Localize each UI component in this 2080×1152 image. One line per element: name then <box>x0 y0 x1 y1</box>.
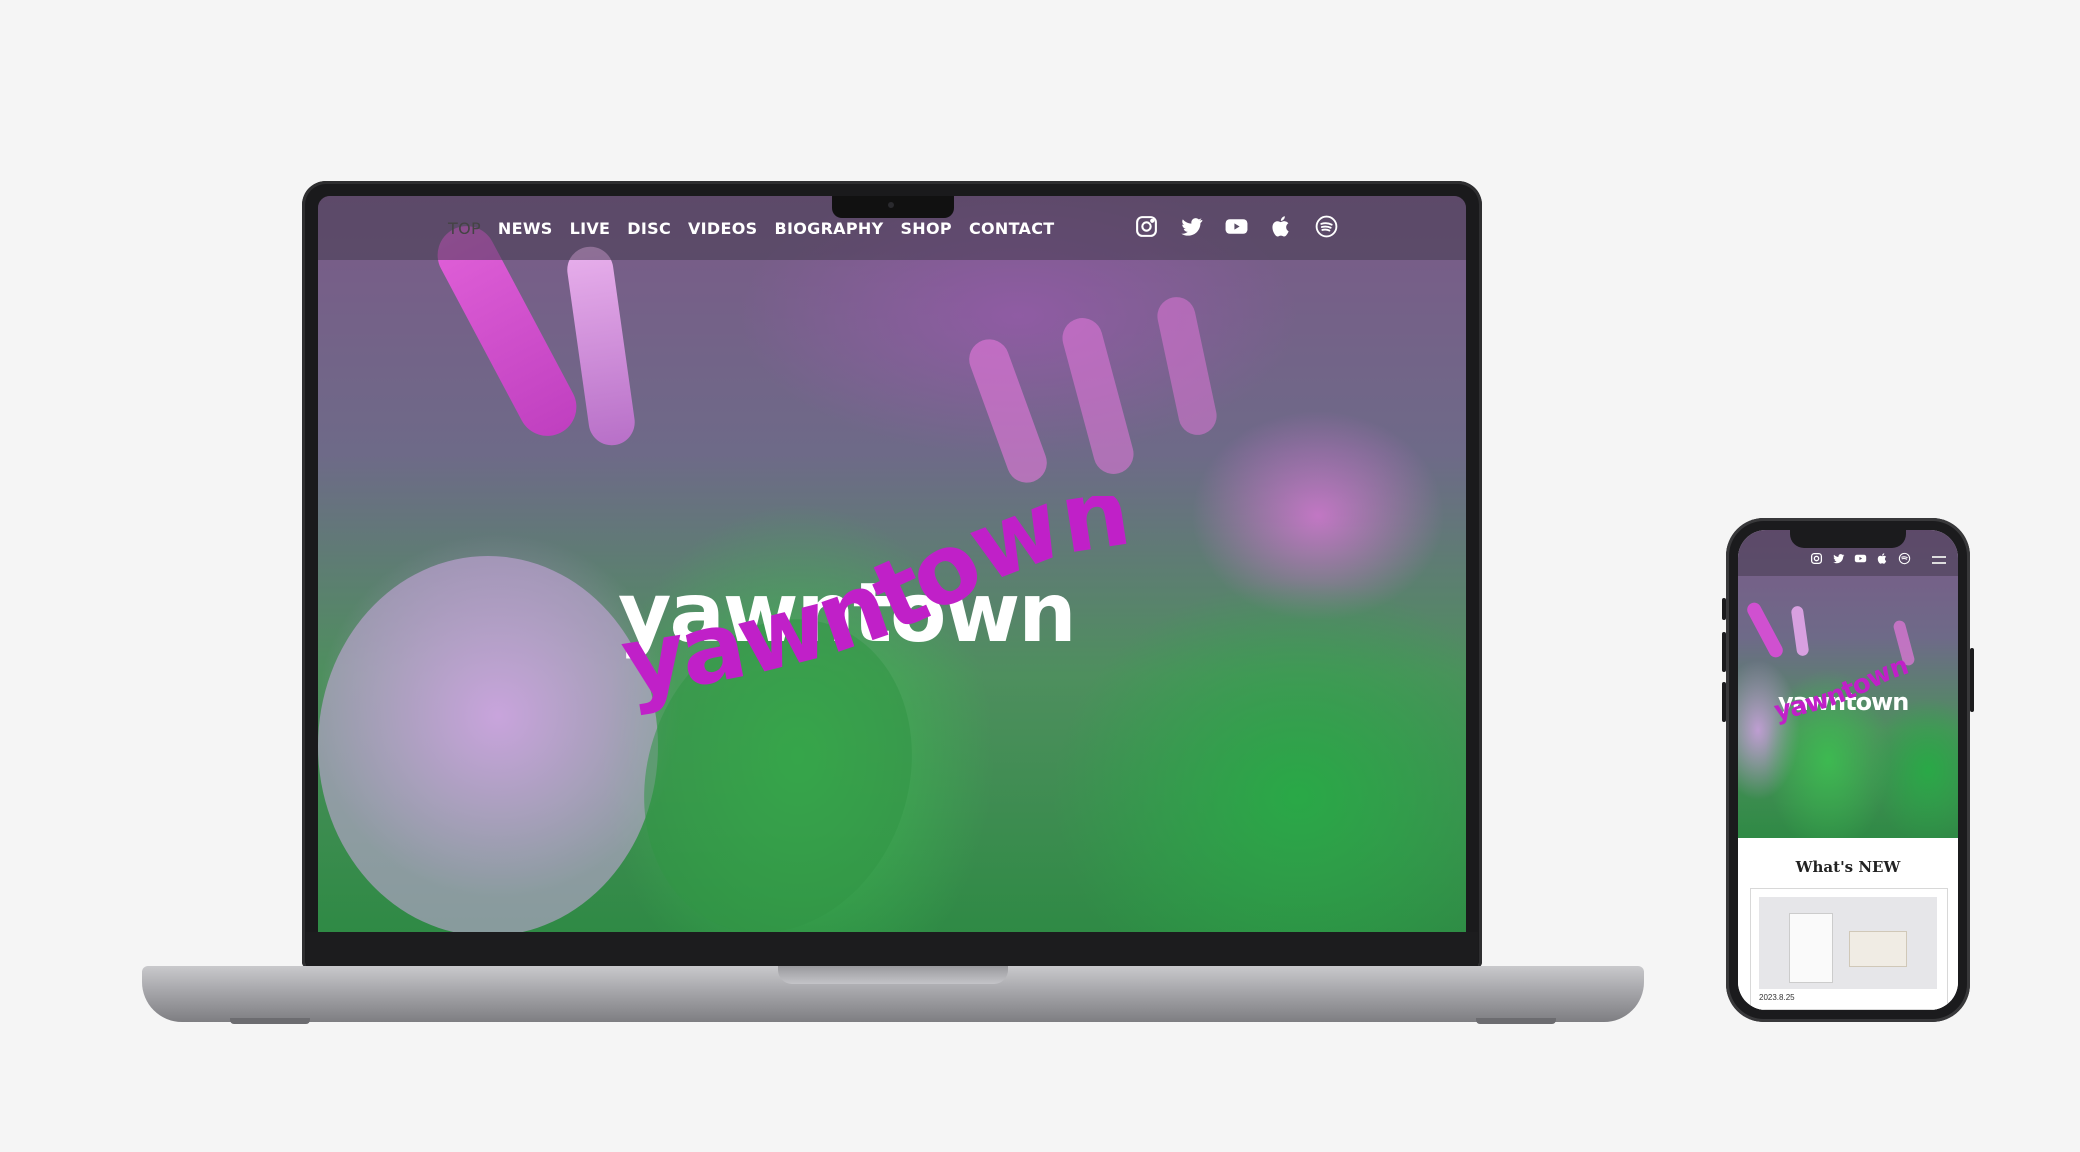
news-date: 2023.8.25 <box>1759 993 1795 1002</box>
hero-fabric <box>318 556 658 932</box>
youtube-icon[interactable] <box>1224 214 1249 239</box>
cassette-thumbnail <box>1849 931 1907 967</box>
nav-link-contact[interactable]: CONTACT <box>969 219 1055 238</box>
apple-music-icon[interactable] <box>1269 214 1294 239</box>
nav-link-disc[interactable]: DISC <box>627 219 671 238</box>
apple-music-icon[interactable] <box>1876 552 1889 565</box>
section-title: What's NEW <box>1795 858 1901 876</box>
camera <box>888 202 894 208</box>
nav-link-top[interactable]: TOP <box>448 219 481 238</box>
poster-thumbnail <box>1789 913 1833 983</box>
laptop-screen: TOP NEWS LIVE DISC VIDEOS BIOGRAPHY SHOP… <box>318 196 1466 932</box>
twitter-icon[interactable] <box>1179 214 1204 239</box>
nav-links: TOP NEWS LIVE DISC VIDEOS BIOGRAPHY SHOP… <box>448 196 1054 260</box>
news-card[interactable]: 2023.8.25 <box>1750 888 1948 1010</box>
nav-link-videos[interactable]: VIDEOS <box>688 219 757 238</box>
nav-link-biography[interactable]: BIOGRAPHY <box>774 219 883 238</box>
instagram-icon[interactable] <box>1134 214 1159 239</box>
logo-front-text: yawntown <box>618 496 1137 719</box>
social-icons <box>1134 214 1339 239</box>
spotify-icon[interactable] <box>1898 552 1911 565</box>
phone-screen: yawntown yawntown What's NEW 2023.8.25 <box>1738 530 1958 1010</box>
twitter-icon[interactable] <box>1832 552 1845 565</box>
youtube-icon[interactable] <box>1854 552 1867 565</box>
nav-link-shop[interactable]: SHOP <box>900 219 951 238</box>
band-logo: yawntown yawntown <box>618 496 1198 736</box>
whats-new-section: What's NEW 2023.8.25 <box>1738 838 1958 1010</box>
news-card-image <box>1759 897 1937 989</box>
laptop-chin <box>306 932 1478 966</box>
phone-notch <box>1790 528 1906 548</box>
instagram-icon[interactable] <box>1810 552 1823 565</box>
spotify-icon[interactable] <box>1314 214 1339 239</box>
hero-clothespin <box>1057 313 1139 479</box>
svg-text:yawntown: yawntown <box>618 496 1134 719</box>
nav-link-news[interactable]: NEWS <box>498 219 553 238</box>
phone-band-logo: yawntown yawntown <box>1774 658 1913 727</box>
phone-hero: yawntown yawntown <box>1738 530 1958 838</box>
hero-clothespin <box>1744 600 1786 660</box>
phone-social-icons <box>1810 552 1911 565</box>
menu-icon[interactable] <box>1932 556 1946 564</box>
hero-clothespin <box>1790 605 1810 657</box>
hero-clothespin <box>1153 293 1221 439</box>
hero-clothespin <box>963 333 1053 489</box>
laptop-hinge-notch <box>778 966 1008 984</box>
phone-side-button <box>1970 648 1974 712</box>
hero-clothespin <box>564 243 638 449</box>
nav-link-live[interactable]: LIVE <box>570 219 611 238</box>
laptop-foot <box>1476 1018 1556 1024</box>
laptop-foot <box>230 1018 310 1024</box>
